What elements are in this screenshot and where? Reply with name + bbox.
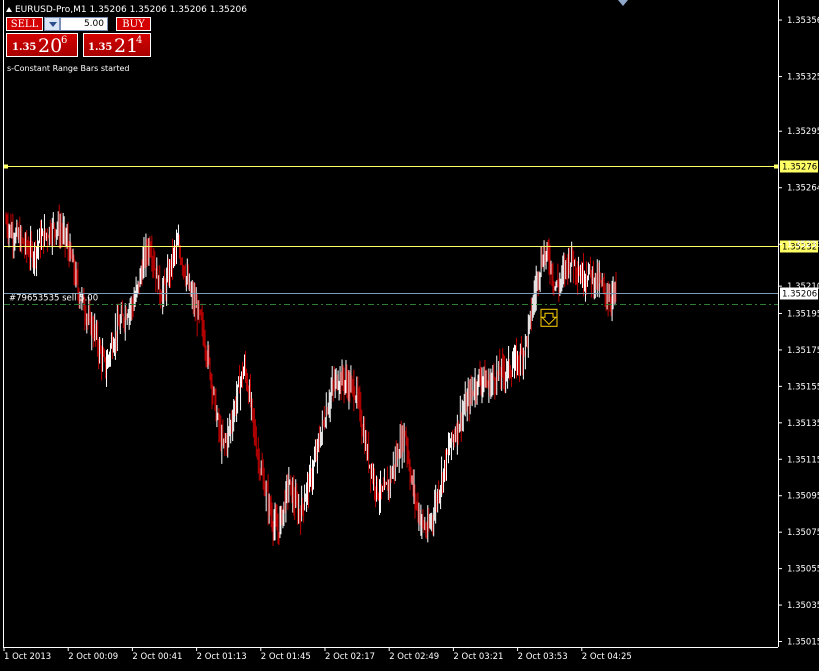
sell-price-prefix: 1.35 xyxy=(12,42,37,53)
one-click-trade-panel: SELL 5.00 BUY 1.35 20 6 1.35 21 4 xyxy=(6,17,151,57)
sell-price-fraction: 6 xyxy=(61,35,68,46)
sell-button[interactable]: SELL xyxy=(6,17,43,31)
buy-price-fraction: 4 xyxy=(136,35,143,46)
lot-dropdown-icon[interactable] xyxy=(44,17,60,31)
price-tick-label: 1.35115 xyxy=(787,455,819,465)
time-tick-label: 2 Oct 03:21 xyxy=(453,652,503,662)
price-tick-label: 1.35035 xyxy=(787,601,819,611)
line-handle-left[interactable] xyxy=(4,164,8,169)
price-tick-label: 1.35195 xyxy=(787,309,819,319)
price-tick-label: 1.35264 xyxy=(787,184,819,194)
time-tick-label: 2 Oct 03:53 xyxy=(518,652,568,662)
hline-price-label: 1.35276 xyxy=(782,163,817,173)
price-tick-label: 1.35233 xyxy=(787,240,819,250)
sell-price-box[interactable]: 1.35 20 6 xyxy=(6,33,78,57)
time-tick-label: 2 Oct 00:41 xyxy=(132,652,182,662)
price-tick-label: 1.35135 xyxy=(787,419,819,429)
price-tick-label: 1.35075 xyxy=(787,528,819,538)
status-message: s-Constant Range Bars started xyxy=(7,64,130,73)
price-chart[interactable]: 1.352761.352321.35206#79653535 sell 5.00… xyxy=(0,0,819,667)
collapse-triangle-icon[interactable] xyxy=(6,7,12,12)
time-tick-label: 2 Oct 04:25 xyxy=(582,652,632,662)
price-tick-label: 1.35210 xyxy=(787,282,819,292)
order-line-label: #79653535 sell 5.00 xyxy=(9,294,98,304)
time-tick-label: 2 Oct 02:17 xyxy=(325,652,375,662)
time-tick-label: 2 Oct 02:49 xyxy=(389,652,439,662)
price-tick-label: 1.35055 xyxy=(787,565,819,575)
lot-size-input[interactable]: 5.00 xyxy=(60,17,108,31)
price-tick-label: 1.35325 xyxy=(787,73,819,83)
price-tick-label: 1.35295 xyxy=(787,127,819,137)
chart-shift-marker-icon[interactable] xyxy=(618,0,628,6)
price-tick-label: 1.35155 xyxy=(787,382,819,392)
buy-price-box[interactable]: 1.35 21 4 xyxy=(83,33,151,57)
buy-price-pips: 21 xyxy=(114,35,139,57)
buy-button[interactable]: BUY xyxy=(116,17,151,31)
chart-area[interactable]: 1.35276 1.35232 1.35206 #79653535 sell 5.00… xyxy=(0,0,819,667)
time-tick-label: 2 Oct 01:13 xyxy=(197,652,247,662)
price-tick-label: 1.35356 xyxy=(787,16,819,26)
buy-price-prefix: 1.35 xyxy=(88,42,113,53)
chart-title-text: EURUSD-Pro,M1 1.35206 1.35206 1.35206 1.… xyxy=(15,5,247,15)
time-tick-label: 2 Oct 00:09 xyxy=(68,652,118,662)
price-tick-label: 1.35175 xyxy=(787,346,819,356)
time-tick-label: 2 Oct 01:45 xyxy=(261,652,311,662)
price-tick-label: 1.35095 xyxy=(787,492,819,502)
line-handle-right[interactable] xyxy=(774,164,778,169)
price-tick-label: 1.35015 xyxy=(787,638,819,648)
time-tick-label: 1 Oct 2013 xyxy=(4,652,51,662)
sell-price-pips: 20 xyxy=(38,35,63,57)
chart-title: EURUSD-Pro,M1 1.35206 1.35206 1.35206 1.… xyxy=(6,5,247,15)
